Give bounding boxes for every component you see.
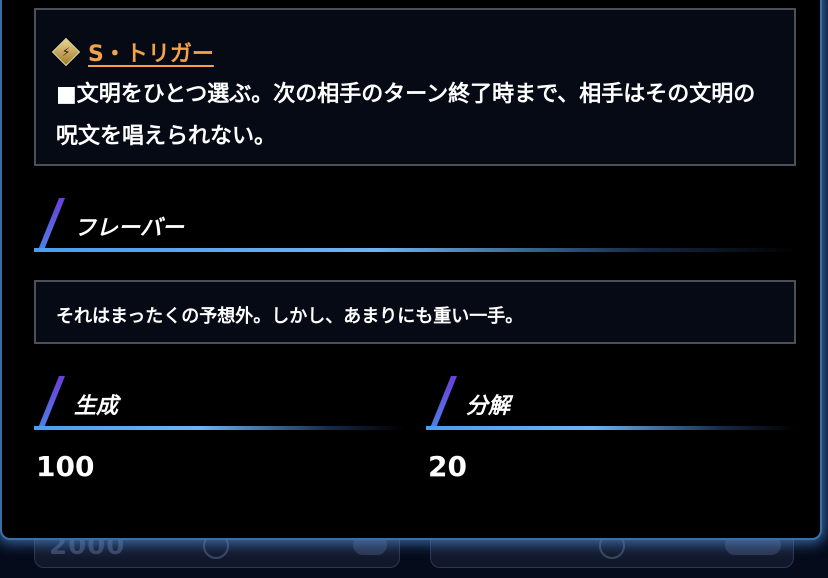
disassemble-value: 20 (428, 450, 467, 483)
heading-slash-icon (430, 376, 458, 428)
heading-underline (426, 426, 796, 430)
heading-underline (34, 426, 404, 430)
flavor-heading-label: フレーバー (74, 216, 184, 241)
generate-cost-value: 100 (36, 450, 95, 483)
ability-text: ■文明をひとつ選ぶ。次の相手のターン終了時まで、相手はその文明の呪文を唱えられな… (56, 82, 756, 149)
shield-trigger-row: ⚡ S・トリガー (51, 36, 214, 68)
heading-slash-icon (38, 198, 66, 250)
heading-slash-icon (38, 376, 66, 428)
ability-textbox: ⚡ S・トリガー ■文明をひとつ選ぶ。次の相手のターン終了時まで、相手はその文明… (34, 8, 796, 166)
disassemble-heading: 分解 (426, 376, 796, 430)
generate-heading: 生成 (34, 376, 404, 430)
heading-underline (34, 248, 796, 252)
flavor-text: それはまったくの予想外。しかし、あまりにも重い一手。 (56, 306, 524, 327)
generate-heading-label: 生成 (74, 394, 119, 419)
shield-trigger-link[interactable]: S・トリガー (88, 36, 214, 68)
disassemble-heading-label: 分解 (466, 394, 511, 419)
card-detail-panel: ⚡ S・トリガー ■文明をひとつ選ぶ。次の相手のターン終了時まで、相手はその文明… (0, 0, 822, 540)
lightning-diamond-icon: ⚡ (51, 37, 81, 67)
flavor-textbox: それはまったくの予想外。しかし、あまりにも重い一手。 (34, 280, 796, 344)
flavor-heading: フレーバー (34, 198, 796, 252)
